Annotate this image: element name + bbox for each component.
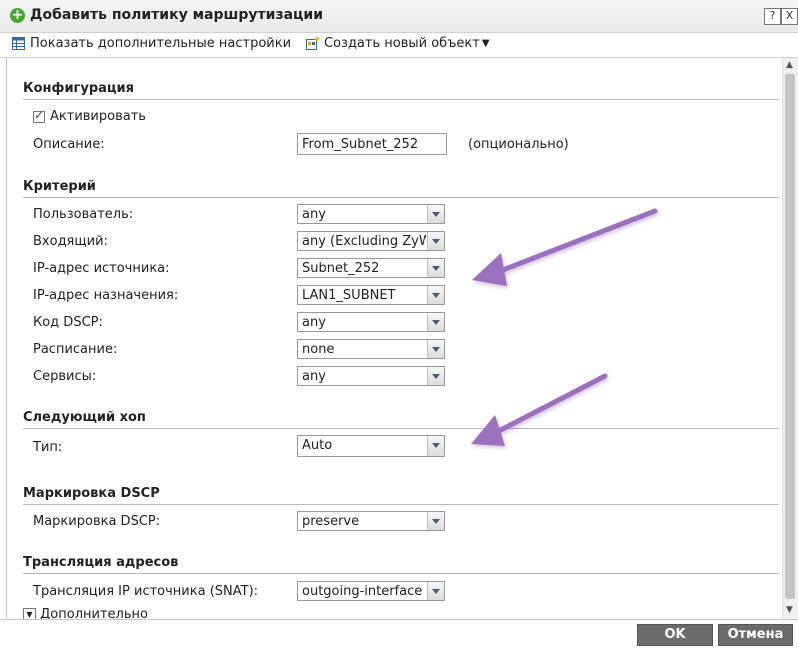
close-button[interactable]: X: [781, 8, 798, 25]
annotation-arrows: [471, 208, 658, 446]
table-icon: [12, 37, 25, 50]
form-panel: Конфигурация Активировать Описание: From…: [0, 58, 798, 619]
new-object-icon: [306, 37, 319, 50]
arrow-icon: [471, 373, 608, 446]
dialog-titlebar: + Добавить политику маршрутизации ? X: [0, 0, 798, 33]
scroll-up-icon[interactable]: ▲: [786, 60, 793, 70]
add-icon: +: [10, 7, 25, 23]
scrollbar[interactable]: ▲ ▼: [782, 58, 798, 619]
arrow-icon: [472, 208, 658, 286]
cancel-button[interactable]: Отмена: [718, 624, 793, 646]
form-content: Конфигурация Активировать Описание: From…: [6, 58, 784, 619]
dialog-footer: OK Отмена: [0, 619, 798, 656]
create-object-menu[interactable]: Создать новый объект ▼: [306, 36, 490, 51]
show-advanced-button[interactable]: Показать дополнительные настройки: [12, 36, 291, 51]
scroll-thumb[interactable]: [785, 74, 795, 599]
show-advanced-label: Показать дополнительные настройки: [30, 36, 292, 51]
help-button[interactable]: ?: [764, 8, 781, 25]
dropdown-caret-icon: ▼: [481, 38, 490, 49]
scroll-down-icon[interactable]: ▼: [786, 605, 793, 615]
toolbar: Показать дополнительные настройки Создат…: [0, 33, 798, 58]
dialog-title: Добавить политику маршрутизации: [30, 7, 324, 23]
ok-button[interactable]: OK: [637, 624, 713, 646]
create-object-label: Создать новый объект: [324, 36, 480, 51]
